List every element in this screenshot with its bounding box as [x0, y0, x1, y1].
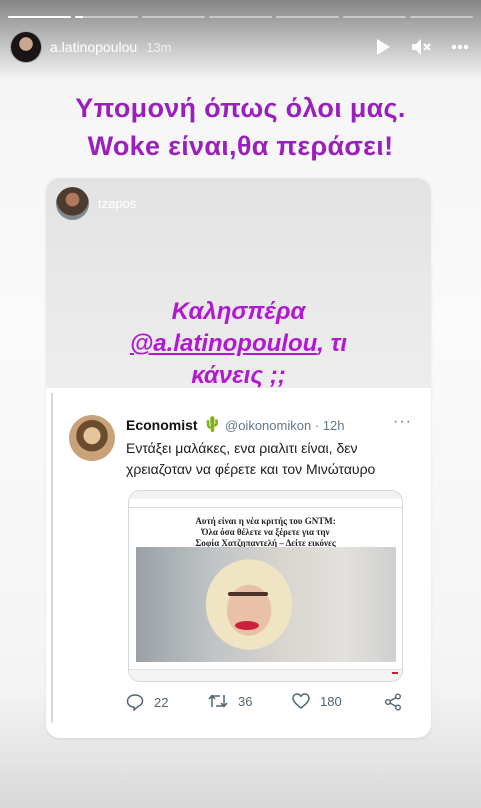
progress-segment	[343, 16, 406, 18]
reshared-story-card[interactable]: tzapos Καλησπέρα @a.latinopoulou, τι κάν…	[46, 178, 431, 738]
reply-action: 22	[126, 693, 168, 711]
tweet-handle-time: @oikonomikon · 12h	[225, 418, 344, 433]
retweet-icon	[208, 693, 228, 709]
portrait	[194, 547, 304, 662]
reply-count: 22	[154, 694, 169, 710]
like-count: 180	[320, 693, 342, 709]
story-time: 13m	[146, 39, 172, 55]
tweet-time: · 12h	[314, 418, 345, 433]
mute-icon[interactable]	[411, 38, 431, 56]
news-photo	[136, 547, 396, 662]
portrait-brow	[228, 592, 268, 596]
reshared-avatar[interactable]	[56, 187, 89, 220]
tweet-screenshot: Economist 🌵 @oikonomikon · 12h ··· Εντάξ…	[51, 393, 426, 733]
avatar[interactable]	[10, 31, 42, 63]
progress-segment	[410, 16, 473, 18]
greeting-line-1: Καλησπέρα	[171, 298, 306, 325]
news-headline: Αυτή είναι η νέα κριτής του GNTM: Όλα όσ…	[129, 508, 402, 549]
mention-link[interactable]: @a.latinopoulou	[130, 330, 317, 357]
progress-segment-active	[75, 16, 138, 18]
progress-segment	[209, 16, 272, 18]
tweet-author-name: Economist	[126, 417, 198, 433]
story-username[interactable]: a.latinopoulou	[50, 39, 137, 55]
story-view: a.latinopoulou 13m Υπομονή όπως όλοι μας…	[0, 0, 481, 808]
like-icon	[292, 693, 310, 709]
reply-icon	[126, 693, 144, 711]
like-action: 180	[292, 693, 342, 709]
news-nav	[129, 499, 402, 508]
tweet-actions: 22 36 180	[126, 693, 416, 717]
tweet-divider	[51, 393, 53, 723]
share-icon	[384, 693, 402, 711]
share-action	[384, 693, 402, 711]
tweet-avatar	[69, 415, 115, 461]
story-progress-bar	[8, 16, 473, 18]
tweet-attached-image: Αυτή είναι η νέα κριτής του GNTM: Όλα όσ…	[128, 490, 403, 682]
greeting-line-2-rest: , τι	[317, 330, 348, 357]
retweet-action: 36	[208, 693, 252, 709]
news-headline-line-2: Όλα όσα θέλετε να ξέρετε για την	[201, 527, 330, 537]
retweet-count: 36	[238, 693, 253, 709]
tweet-text: Εντάξει μαλάκες, ενα ριαλιτι είναι, δεν …	[126, 440, 376, 477]
progress-segment	[142, 16, 205, 18]
portrait-lips	[235, 621, 259, 630]
news-topbar	[129, 491, 402, 499]
news-badge	[392, 672, 398, 674]
progress-segment	[276, 16, 339, 18]
tweet-more-icon: ···	[393, 413, 412, 430]
play-icon[interactable]	[375, 38, 391, 56]
caption-line-1: Υπομονή όπως όλοι μας.	[75, 93, 406, 123]
caption-line-2: Woke είναι,θα περάσει!	[87, 131, 394, 161]
more-icon[interactable]	[451, 44, 469, 50]
cactus-icon: 🌵	[203, 416, 222, 433]
greeting-line-3: κάνεις ;;	[191, 362, 286, 389]
news-headline-line-1: Αυτή είναι η νέα κριτής του GNTM:	[195, 516, 336, 526]
story-header: a.latinopoulou 13m	[10, 30, 469, 64]
tweet-handle: @oikonomikon	[225, 418, 312, 433]
news-footer	[129, 669, 402, 681]
greeting-line-2: @a.latinopoulou, τι	[46, 328, 431, 360]
reshared-username[interactable]: tzapos	[98, 196, 136, 211]
progress-segment	[8, 16, 71, 18]
